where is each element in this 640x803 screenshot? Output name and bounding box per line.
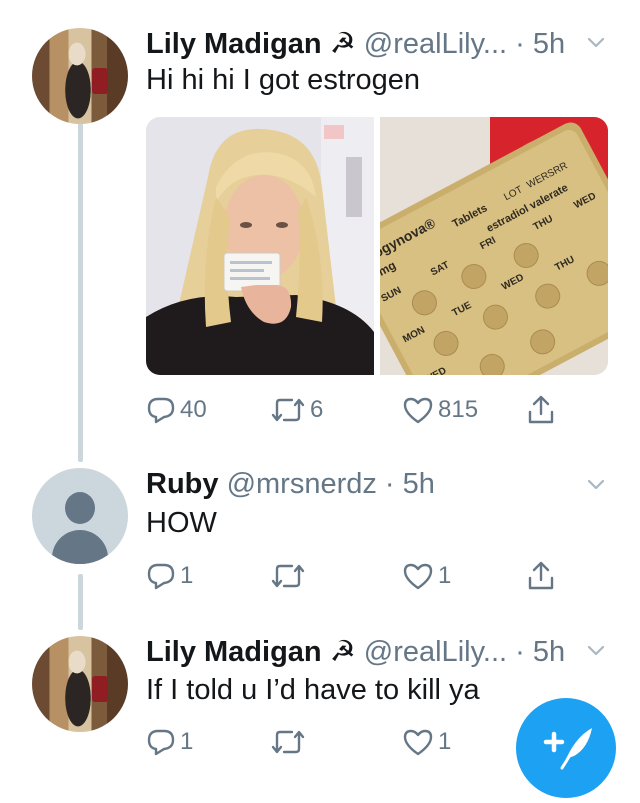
avatar[interactable] [32, 468, 128, 564]
default-avatar-head [65, 492, 95, 524]
retweet-button[interactable] [270, 724, 310, 760]
like-icon [403, 729, 433, 756]
pill-pack-illustration: Progynova® 2 mg Tablets LOT WERSRR estra… [380, 117, 608, 375]
reply-button[interactable]: 1 [146, 558, 193, 594]
default-avatar-body [52, 530, 108, 564]
reply-icon [147, 729, 175, 756]
name-badge: ☭ [329, 28, 356, 60]
tweet-header: Lily Madigan ☭ @realLily... · 5h [146, 634, 610, 669]
handle-and-time: @mrsnerdz · 5h [226, 468, 435, 500]
media-grid[interactable]: Progynova® 2 mg Tablets LOT WERSRR estra… [146, 117, 608, 375]
thread-line [78, 122, 83, 462]
retweet-icon [271, 398, 305, 422]
tweet-text: Hi hi hi I got estrogen [146, 64, 421, 96]
retweet-count: 6 [310, 396, 324, 423]
like-button[interactable]: 815 [402, 392, 478, 428]
chevron-down-icon[interactable] [586, 474, 606, 494]
name-badge: ☭ [329, 636, 356, 668]
handle-and-time: @realLily... · 5h [363, 636, 566, 668]
share-button[interactable] [526, 392, 556, 428]
selfie-illustration [146, 117, 374, 375]
share-icon [528, 395, 554, 424]
tweet-actions: 1 1 [146, 558, 586, 594]
reply-button[interactable]: 1 [146, 724, 193, 760]
retweet-icon [271, 564, 305, 588]
display-name[interactable]: Ruby [146, 468, 219, 500]
like-icon [403, 563, 433, 590]
compose-button[interactable] [516, 698, 616, 798]
reply-count: 1 [180, 728, 194, 755]
tweet-actions: 40 6 815 [146, 392, 586, 428]
retweet-button[interactable]: 6 [270, 392, 323, 428]
avatar[interactable] [32, 28, 128, 124]
tweet-text: HOW [146, 507, 217, 539]
photo-selfie[interactable] [146, 117, 374, 375]
reply-icon [147, 563, 175, 590]
avatar[interactable] [32, 636, 128, 732]
reply-button[interactable]: 40 [146, 392, 207, 428]
like-icon [403, 397, 433, 424]
reply-count: 40 [180, 396, 207, 423]
display-name[interactable]: Lily Madigan [146, 636, 322, 668]
chevron-down-icon[interactable] [586, 32, 606, 52]
retweet-icon [271, 730, 305, 754]
handle-and-time: @realLily... · 5h [363, 28, 566, 60]
photo-pill-pack[interactable]: Progynova® 2 mg Tablets LOT WERSRR estra… [380, 117, 608, 375]
like-count: 815 [438, 396, 479, 423]
retweet-button[interactable] [270, 558, 310, 594]
tweet-header: Ruby @mrsnerdz · 5h [146, 468, 610, 501]
chevron-down-icon[interactable] [586, 640, 606, 660]
like-count: 1 [438, 562, 452, 589]
like-button[interactable]: 1 [402, 558, 451, 594]
like-count: 1 [438, 728, 452, 755]
tweet-text: If I told u I’d have to kill ya [146, 674, 480, 706]
thread-line [78, 574, 83, 630]
display-name[interactable]: Lily Madigan [146, 28, 322, 60]
compose-icon [543, 728, 592, 770]
reply-icon [147, 397, 175, 424]
reply-count: 1 [180, 562, 194, 589]
like-button[interactable]: 1 [402, 724, 451, 760]
share-icon [528, 561, 554, 590]
share-button[interactable] [526, 558, 556, 594]
tweet-header: Lily Madigan ☭ @realLily... · 5h [146, 26, 610, 61]
